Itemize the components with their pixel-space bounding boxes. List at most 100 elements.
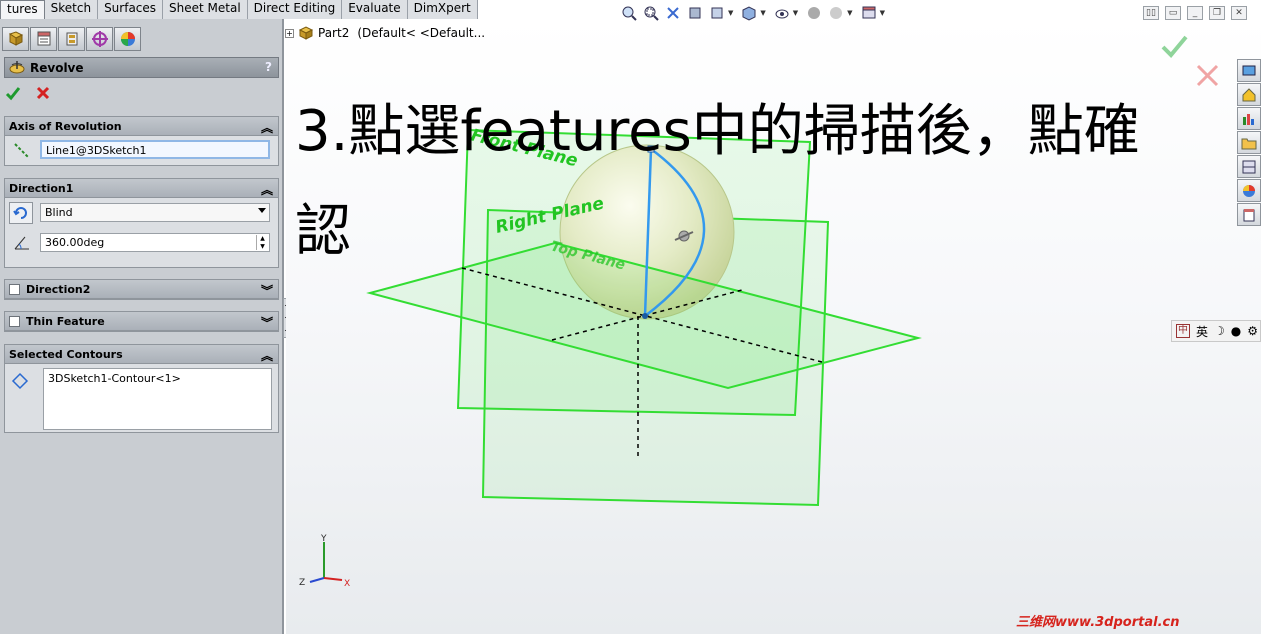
ok-check-icon[interactable] [5, 85, 21, 101]
thin-feature-group-title: Thin Feature [26, 314, 105, 328]
folder-icon [1241, 138, 1257, 149]
file-explorer-tab[interactable] [1237, 131, 1261, 154]
thin-feature-checkbox[interactable] [9, 315, 20, 327]
spin-up-icon[interactable]: ▲ [257, 235, 268, 243]
dimxpert-manager-tab[interactable] [86, 27, 113, 51]
minimize-icon[interactable]: _ [1187, 6, 1203, 20]
dot-icon[interactable]: ● [1231, 324, 1241, 338]
sketch-endpoint[interactable] [642, 313, 648, 319]
window-controls: ▯▯ ▭ _ ❐ ✕ [1143, 6, 1247, 20]
expand-icon[interactable]: + [285, 28, 294, 38]
confirm-ok-icon[interactable] [1161, 35, 1188, 58]
restore-icon[interactable]: ❐ [1209, 6, 1225, 20]
scene-icon[interactable] [827, 4, 845, 22]
chevron-down-icon[interactable]: ︾ [261, 282, 273, 299]
contours-group-title: Selected Contours [9, 347, 123, 361]
display-style-icon[interactable] [740, 4, 758, 22]
list-item[interactable]: 3DSketch1-Contour<1> [48, 372, 267, 385]
tab-sheet-metal[interactable]: Sheet Metal [163, 0, 248, 19]
command-manager-tabs: tures Sketch Surfaces Sheet Metal Direct… [0, 0, 478, 19]
angle-icon [14, 236, 29, 250]
angle-input[interactable]: 360.00deg ▲ ▼ [40, 233, 270, 252]
dropdown-arrow-icon[interactable]: ▼ [728, 9, 733, 17]
thin-feature-group: Thin Feature ︾ [4, 311, 279, 332]
custom-properties-tab[interactable] [1237, 203, 1261, 226]
view-palette-tab[interactable] [1237, 155, 1261, 178]
view-triad[interactable]: Y X Z [299, 534, 350, 589]
configuration-manager-tab[interactable] [58, 27, 85, 51]
dropdown-arrow-icon[interactable]: ▼ [760, 9, 765, 17]
tile-window-icon[interactable]: ▯▯ [1143, 6, 1159, 20]
revolve-title-bar: Revolve ? [4, 57, 279, 78]
previous-view-icon[interactable] [664, 4, 682, 22]
chevron-up-icon[interactable]: ︽ [261, 119, 273, 136]
moon-icon[interactable]: ☽ [1214, 324, 1225, 338]
home-tab[interactable] [1237, 83, 1261, 106]
tab-features[interactable]: tures [0, 0, 45, 19]
direction2-group: Direction2 ︾ [4, 279, 279, 300]
feature-manager-tab[interactable] [2, 27, 29, 51]
dropdown-arrow-icon[interactable]: ▼ [793, 9, 798, 17]
dropdown-arrow-icon[interactable]: ▼ [847, 9, 852, 17]
ime-language[interactable]: 英 [1196, 323, 1208, 340]
direction1-group-header[interactable]: Direction1 ︽ [5, 179, 278, 198]
crosshair-icon [91, 31, 108, 47]
zoom-to-fit-icon[interactable] [620, 4, 638, 22]
ime-icon[interactable]: 中 [1176, 324, 1190, 338]
zoom-area-icon[interactable] [642, 4, 660, 22]
flyout-feature-tree: + Part2 (Default< <Default... [285, 25, 485, 41]
property-manager-tab[interactable] [30, 27, 57, 51]
triad-x-label: X [344, 579, 350, 589]
thin-feature-group-header[interactable]: Thin Feature ︾ [5, 312, 278, 331]
tab-surfaces[interactable]: Surfaces [98, 0, 164, 19]
manager-tabs [2, 27, 142, 51]
library-icon [1243, 113, 1254, 125]
dropdown-arrow-icon[interactable]: ▼ [880, 9, 885, 17]
cancel-x-icon[interactable] [35, 85, 51, 101]
reverse-direction-button[interactable] [9, 202, 33, 224]
ok-cancel-group [5, 85, 51, 101]
appearances-tab[interactable] [1237, 179, 1261, 202]
axis-line-icon [14, 143, 30, 159]
axis-group-title: Axis of Revolution [9, 119, 122, 133]
solidworks-resources-tab[interactable] [1237, 59, 1261, 82]
help-icon[interactable]: ? [265, 60, 272, 74]
ime-language-bar: 中 英 ☽ ● ⚙ [1171, 320, 1261, 342]
settings-icon[interactable]: ⚙ [1247, 324, 1258, 338]
design-library-tab[interactable] [1237, 107, 1261, 130]
tab-sketch[interactable]: Sketch [44, 0, 99, 19]
tab-direct-editing[interactable]: Direct Editing [247, 0, 343, 19]
part-name[interactable]: Part2 [318, 26, 349, 40]
angle-spinner[interactable]: ▲ ▼ [256, 235, 268, 250]
tab-evaluate[interactable]: Evaluate [342, 0, 408, 19]
tab-dimxpert[interactable]: DimXpert [407, 0, 478, 19]
edit-appearance-icon[interactable] [805, 4, 823, 22]
property-manager-panel: Revolve ? Axis of Revolution ︽ Line1@3DS… [0, 19, 284, 634]
contour-icon [11, 372, 29, 390]
view-orientation-icon[interactable] [708, 4, 726, 22]
chevron-down-icon[interactable]: ︾ [261, 314, 273, 331]
view-settings-icon[interactable] [860, 4, 878, 22]
end-condition-select[interactable]: Blind [40, 203, 270, 222]
direction2-checkbox[interactable] [9, 283, 20, 295]
section-view-icon[interactable] [686, 4, 704, 22]
direction2-group-header[interactable]: Direction2 ︾ [5, 280, 278, 299]
instruction-caption: 3.點選features中的掃描後，點確 認 [295, 82, 1255, 282]
part-icon [298, 26, 314, 40]
axis-group-header[interactable]: Axis of Revolution ︽ [5, 117, 278, 136]
appearance-ball-icon [1243, 184, 1255, 197]
triad-y-label: Y [320, 534, 327, 544]
close-icon[interactable]: ✕ [1231, 6, 1247, 20]
hide-show-items-icon[interactable] [773, 4, 791, 22]
contours-group-header[interactable]: Selected Contours ︽ [5, 345, 278, 364]
reverse-direction-icon [13, 207, 27, 219]
chevron-down-icon [258, 208, 266, 213]
appearance-icon [120, 32, 135, 46]
axis-field[interactable]: Line1@3DSketch1 [40, 140, 270, 159]
chevron-up-icon[interactable]: ︽ [261, 347, 273, 364]
chevron-up-icon[interactable]: ︽ [261, 181, 273, 198]
contours-list[interactable]: 3DSketch1-Contour<1> [43, 368, 272, 430]
tile-window-icon[interactable]: ▭ [1165, 6, 1181, 20]
spin-down-icon[interactable]: ▼ [257, 243, 268, 251]
display-manager-tab[interactable] [114, 27, 141, 51]
